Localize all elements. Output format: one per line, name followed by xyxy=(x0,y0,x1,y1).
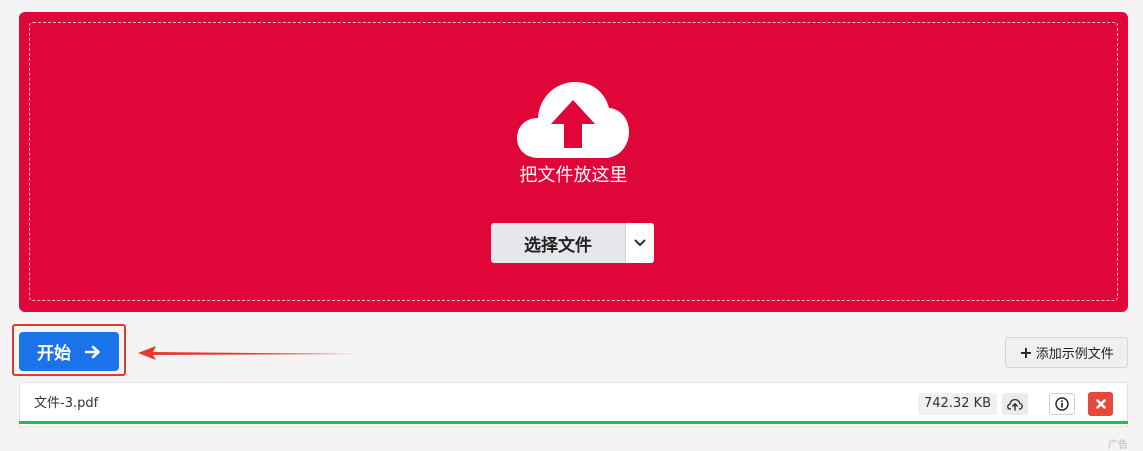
annotation-arrow xyxy=(138,346,358,360)
file-info-button[interactable] xyxy=(1049,393,1075,415)
add-sample-file-button[interactable]: + 添加示例文件 xyxy=(1005,337,1128,368)
info-icon xyxy=(1055,397,1069,411)
start-button[interactable]: 开始 xyxy=(19,332,119,371)
file-dropzone[interactable]: 把文件放这里 选择文件 xyxy=(19,12,1128,312)
close-icon xyxy=(1095,399,1106,409)
drop-instruction-text: 把文件放这里 xyxy=(519,165,628,186)
upload-file-button[interactable] xyxy=(1002,393,1028,415)
file-size-badge: 742.32 KB xyxy=(918,393,998,415)
choose-source-dropdown[interactable] xyxy=(625,223,654,263)
choose-file-button[interactable]: 选择文件 xyxy=(491,223,625,263)
upload-cloud-icon xyxy=(1007,398,1023,411)
start-button-label: 开始 xyxy=(37,344,71,364)
cloud-upload-icon xyxy=(517,82,629,158)
add-sample-label: 添加示例文件 xyxy=(1035,347,1114,362)
chevron-down-icon xyxy=(634,239,646,246)
choose-file-group: 选择文件 xyxy=(491,223,654,263)
file-name: 文件-3.pdf xyxy=(34,396,99,411)
plus-icon: + xyxy=(1019,342,1033,362)
remove-file-button[interactable] xyxy=(1088,392,1113,416)
file-progress-bar xyxy=(19,421,1128,424)
ad-label: 广告 xyxy=(1108,440,1128,451)
arrow-right-icon xyxy=(85,345,100,358)
